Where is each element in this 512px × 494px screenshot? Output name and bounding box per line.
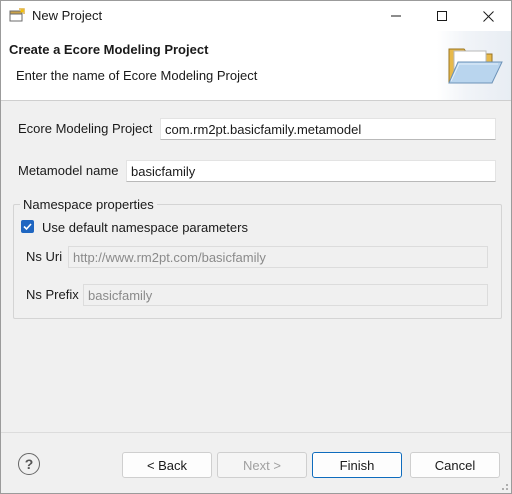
close-button[interactable] xyxy=(465,1,511,31)
wizard-banner: Create a Ecore Modeling Project Enter th… xyxy=(1,31,511,101)
project-name-input[interactable] xyxy=(160,118,496,140)
new-project-dialog: New Project Create a Ecore Modeling Proj… xyxy=(0,0,512,494)
window-title: New Project xyxy=(32,8,103,23)
project-name-label: Ecore Modeling Project xyxy=(18,121,153,136)
next-button: Next > xyxy=(217,452,307,478)
ns-prefix-label: Ns Prefix xyxy=(26,287,79,302)
minimize-button[interactable] xyxy=(373,1,419,31)
maximize-icon xyxy=(437,11,447,21)
help-button[interactable]: ? xyxy=(18,453,40,475)
wizard-page-description: Enter the name of Ecore Modeling Project xyxy=(16,68,258,83)
minimize-icon xyxy=(391,15,401,17)
eclipse-project-icon xyxy=(9,8,25,22)
finish-button[interactable]: Finish xyxy=(312,452,402,478)
metamodel-name-label: Metamodel name xyxy=(18,163,119,178)
wizard-content: Ecore Modeling Project Metamodel name Na… xyxy=(1,102,511,432)
open-folder-icon xyxy=(448,48,503,84)
title-bar: New Project xyxy=(1,1,511,31)
ns-uri-input xyxy=(68,246,488,268)
checkmark-icon xyxy=(23,223,32,231)
resize-grip-icon[interactable] xyxy=(499,481,509,491)
namespace-properties-legend: Namespace properties xyxy=(20,197,157,212)
wizard-button-bar: ? < Back Next > Finish Cancel xyxy=(1,432,511,493)
use-default-namespace-label[interactable]: Use default namespace parameters xyxy=(42,220,248,235)
cancel-button[interactable]: Cancel xyxy=(410,452,500,478)
help-icon: ? xyxy=(24,456,34,472)
back-button[interactable]: < Back xyxy=(122,452,212,478)
metamodel-name-input[interactable] xyxy=(126,160,496,182)
wizard-page-title: Create a Ecore Modeling Project xyxy=(9,42,209,57)
use-default-namespace-checkbox[interactable] xyxy=(21,220,34,233)
ns-prefix-input xyxy=(83,284,488,306)
ns-uri-label: Ns Uri xyxy=(26,249,63,264)
maximize-button[interactable] xyxy=(419,1,465,31)
close-icon xyxy=(482,10,494,22)
banner-image xyxy=(437,31,511,100)
